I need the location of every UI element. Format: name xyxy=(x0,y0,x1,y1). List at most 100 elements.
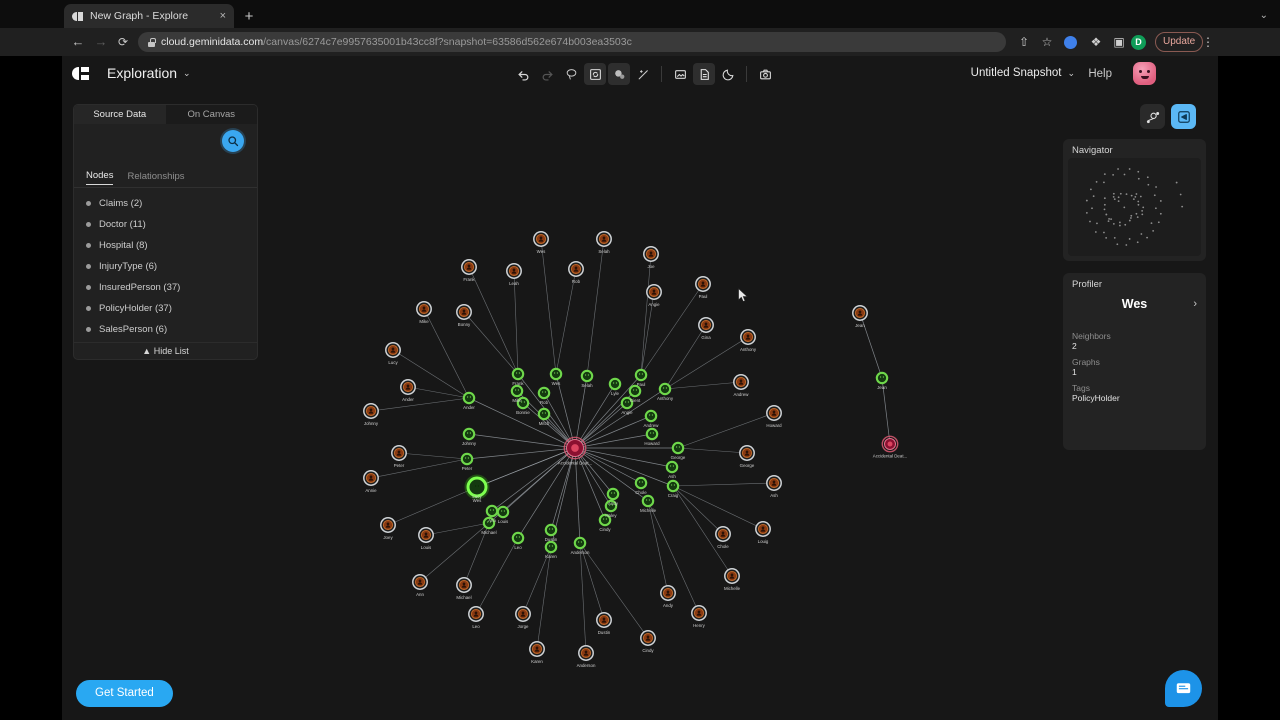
redo-icon[interactable] xyxy=(536,63,558,85)
graph-node-outer[interactable] xyxy=(363,403,379,419)
list-item[interactable]: Claims (2) xyxy=(74,193,257,214)
graph-node-inner[interactable] xyxy=(658,382,672,396)
graph-node-outer[interactable] xyxy=(643,246,659,262)
undo-icon[interactable] xyxy=(512,63,534,85)
chat-bubble-icon[interactable] xyxy=(1165,670,1202,707)
graph-node-outer[interactable] xyxy=(400,379,416,395)
back-icon[interactable]: ← xyxy=(69,33,87,51)
help-button[interactable]: Help xyxy=(1088,68,1112,80)
graph-node-inner[interactable] xyxy=(671,441,685,455)
graph-node-outer[interactable] xyxy=(468,606,484,622)
bookmark-star-icon[interactable]: ☆ xyxy=(1038,33,1056,51)
document-icon[interactable] xyxy=(693,63,715,85)
dark-mode-icon[interactable] xyxy=(717,63,739,85)
graph-node-outer[interactable] xyxy=(766,475,782,491)
graph-node-outer[interactable] xyxy=(515,606,531,622)
graph-node-inner[interactable] xyxy=(634,368,648,382)
chevron-right-icon[interactable]: › xyxy=(1193,298,1197,310)
graph-node-outer[interactable] xyxy=(568,261,584,277)
graph-node-inner[interactable] xyxy=(580,369,594,383)
graph-node-outer[interactable] xyxy=(456,304,472,320)
close-icon[interactable]: × xyxy=(220,10,226,22)
refresh-layout-icon[interactable] xyxy=(584,63,606,85)
tab-on-canvas[interactable]: On Canvas xyxy=(165,105,257,124)
list-item[interactable]: InjuryType (6) xyxy=(74,256,257,277)
browser-menu-icon[interactable]: ⋮ xyxy=(1199,33,1217,51)
graph-node-inner[interactable] xyxy=(485,504,499,518)
graph-node-inner[interactable] xyxy=(544,540,558,554)
update-button[interactable]: Update xyxy=(1155,32,1204,52)
graph-node-inner[interactable] xyxy=(875,371,889,385)
graph-node-inner[interactable] xyxy=(510,384,524,398)
share-icon[interactable]: ⇧ xyxy=(1015,33,1033,51)
list-item[interactable]: Doctor (11) xyxy=(74,214,257,235)
new-tab-button[interactable]: + xyxy=(240,8,258,26)
graph-node-outer[interactable] xyxy=(715,526,731,542)
graph-node-claim[interactable] xyxy=(563,436,587,460)
browser-tab[interactable]: New Graph - Explore × xyxy=(64,4,234,28)
graph-node-inner[interactable] xyxy=(460,452,474,466)
graph-node-outer[interactable] xyxy=(533,231,549,247)
graph-node-outer[interactable] xyxy=(733,374,749,390)
graph-node-outer[interactable] xyxy=(412,574,428,590)
graph-node-inner[interactable] xyxy=(537,386,551,400)
graph-node-outer[interactable] xyxy=(852,305,868,321)
hide-list-button[interactable]: ▲ Hide List xyxy=(74,342,257,359)
subtab-nodes[interactable]: Nodes xyxy=(86,170,114,185)
graph-node-outer[interactable] xyxy=(506,263,522,279)
graph-node-outer[interactable] xyxy=(596,231,612,247)
graph-node-outer[interactable] xyxy=(640,630,656,646)
graph-node-outer[interactable] xyxy=(578,645,594,661)
subtab-relationships[interactable]: Relationships xyxy=(127,171,184,185)
graph-node-inner[interactable] xyxy=(666,479,680,493)
graph-node-inner[interactable] xyxy=(606,487,620,501)
graph-node-inner[interactable] xyxy=(634,476,648,490)
forward-icon[interactable]: → xyxy=(92,33,110,51)
list-item[interactable]: InsuredPerson (37) xyxy=(74,277,257,298)
list-item[interactable]: Hospital (8) xyxy=(74,235,257,256)
graph-node-outer[interactable] xyxy=(363,470,379,486)
graph-node-outer[interactable] xyxy=(416,301,432,317)
list-item[interactable]: SalesPerson (6) xyxy=(74,319,257,340)
tab-source-data[interactable]: Source Data xyxy=(74,105,166,124)
snapshot-selector[interactable]: Untitled Snapshot ⌄ xyxy=(971,67,1075,79)
sync-status-icon[interactable] xyxy=(1064,36,1077,49)
graph-node-inner[interactable] xyxy=(645,427,659,441)
graph-node-inner[interactable] xyxy=(511,531,525,545)
graph-node-inner[interactable] xyxy=(608,377,622,391)
side-panel-icon[interactable]: ▣ xyxy=(1110,33,1128,51)
chevron-down-icon[interactable]: ⌄ xyxy=(1260,10,1268,21)
graph-node-outer[interactable] xyxy=(596,612,612,628)
graph-node-inner[interactable] xyxy=(549,367,563,381)
graph-node-inner[interactable] xyxy=(573,536,587,550)
expand-nodes-icon[interactable] xyxy=(608,63,630,85)
graph-node-inner[interactable] xyxy=(544,523,558,537)
graph-node-outer[interactable] xyxy=(456,577,472,593)
graph-node-outer[interactable] xyxy=(418,527,434,543)
user-avatar[interactable] xyxy=(1133,62,1156,85)
list-item[interactable]: PolicyHolder (37) xyxy=(74,298,257,319)
graph-node-outer[interactable] xyxy=(740,329,756,345)
graph-node-inner[interactable] xyxy=(462,391,476,405)
graph-node-outer[interactable] xyxy=(739,445,755,461)
navigator-minimap[interactable] xyxy=(1068,158,1201,256)
search-icon[interactable] xyxy=(222,130,244,152)
graph-node-outer[interactable] xyxy=(691,605,707,621)
graph-node-outer[interactable] xyxy=(385,342,401,358)
graph-node-claim[interactable] xyxy=(881,435,899,453)
magic-wand-icon[interactable] xyxy=(632,63,654,85)
extensions-icon[interactable]: ❖ xyxy=(1087,33,1105,51)
graph-node-inner[interactable] xyxy=(665,460,679,474)
graph-node-inner[interactable] xyxy=(496,505,510,519)
path-finder-icon[interactable] xyxy=(1140,104,1165,129)
graph-node-outer[interactable] xyxy=(755,521,771,537)
lasso-select-icon[interactable] xyxy=(560,63,582,85)
exploration-menu[interactable]: Exploration ⌄ xyxy=(107,65,191,81)
graph-node-outer[interactable] xyxy=(724,568,740,584)
graph-node-outer[interactable] xyxy=(646,284,662,300)
graph-node-outer[interactable] xyxy=(695,276,711,292)
camera-icon[interactable] xyxy=(754,63,776,85)
graph-node-outer[interactable] xyxy=(660,585,676,601)
graph-node-outer[interactable] xyxy=(529,641,545,657)
graph-node-outer[interactable] xyxy=(391,445,407,461)
